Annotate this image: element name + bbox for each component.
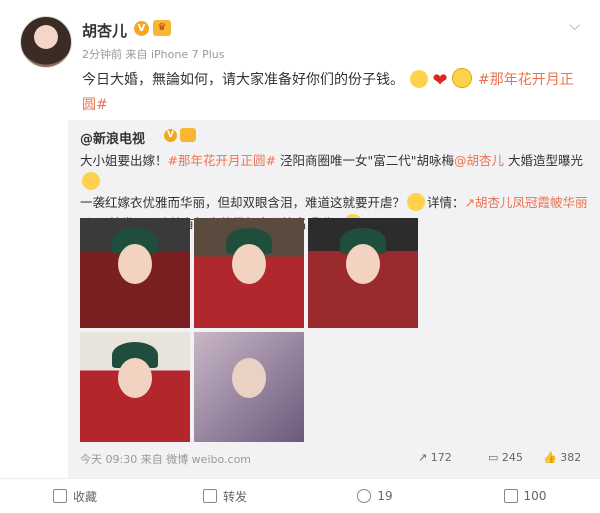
photo-thumbnail[interactable] — [80, 332, 190, 442]
like-count-label: 100 — [523, 489, 547, 503]
repost-text-part: 大小姐要出嫁！ — [80, 153, 168, 168]
comment-count-label: 19 — [377, 489, 393, 503]
detail-link[interactable]: ↗胡杏儿凤冠霞帔华丽 — [465, 195, 588, 210]
forward-count: 172 — [430, 451, 452, 464]
post-text: 今日大婚，無論如何，请大家准备好你们的份子钱。 ❤ #那年花开月正圆# — [82, 68, 578, 117]
forward-icon — [202, 489, 217, 503]
verified-icon: V — [164, 129, 177, 142]
repost-author[interactable]: @新浪电视 — [80, 128, 145, 147]
favorite-button[interactable]: 收藏 — [0, 479, 150, 513]
comment-icon — [357, 489, 372, 503]
photo-thumbnail[interactable] — [194, 332, 304, 442]
avatar[interactable] — [20, 16, 72, 68]
forward-icon: ↗ — [418, 451, 428, 464]
repost-text-part: 泾阳商圈唯一女"富二代"胡咏梅 — [275, 153, 454, 168]
like-icon — [503, 489, 518, 503]
crown-icon: ♛ — [153, 20, 171, 36]
repost-like-count[interactable]: 👍 382 — [543, 451, 581, 464]
author-name[interactable]: 胡杏儿 — [82, 20, 127, 41]
comment-count: 245 — [501, 451, 523, 464]
like-icon: 👍 — [543, 451, 557, 464]
reposted-card[interactable]: @新浪电视 V 大小姐要出嫁！#那年花开月正圆# 泾阳商圈唯一女"富二代"胡咏梅… — [68, 120, 600, 478]
blush-emoji-icon — [410, 70, 429, 88]
star-icon — [52, 489, 67, 503]
comment-button[interactable]: 19 — [300, 479, 450, 513]
repost-text-part: 一袭红嫁衣优雅而华丽，但却双眼含泪，难道这就要开虐？ — [80, 195, 406, 210]
photo-thumbnail[interactable] — [80, 218, 190, 328]
crown-icon — [180, 128, 196, 142]
repost-text-part: 详情： — [427, 195, 465, 210]
favorite-label: 收藏 — [72, 489, 97, 504]
like-count: 382 — [560, 451, 582, 464]
forward-label: 转发 — [222, 489, 247, 504]
weibo-post: 胡杏儿 V ♛ 2分钟前 来自 iPhone 7 Plus ⌵ 今日大婚，無論如… — [0, 0, 600, 512]
comment-icon: ▭ — [488, 451, 499, 464]
repost-comment-count[interactable]: ▭ 245 — [488, 451, 523, 464]
emoji-icon — [407, 193, 426, 211]
mention-link[interactable]: @胡杏儿 — [454, 153, 504, 168]
heart-emoji-icon: ❤ — [432, 70, 448, 91]
repost-text-part: 大婚造型曝光 — [503, 153, 583, 168]
repost-forward-count[interactable]: ↗ 172 — [418, 451, 452, 464]
photo-thumbnail[interactable] — [308, 218, 418, 328]
verified-icon: V — [134, 21, 149, 36]
repost-timestamp: 今天 09:30 来自 微博 weibo.com — [80, 453, 252, 466]
post-meta: 2分钟前 来自 iPhone 7 Plus — [82, 48, 225, 61]
post-text-body: 今日大婚，無論如何，请大家准备好你们的份子钱。 — [82, 72, 404, 88]
action-bar: 收藏 转发 19 100 — [0, 478, 600, 513]
forward-button[interactable]: 转发 — [150, 479, 300, 513]
chevron-down-icon[interactable]: ⌵ — [569, 18, 580, 34]
hashtag-link[interactable]: #那年花开月正圆# — [168, 153, 276, 168]
money-emoji-icon — [451, 68, 472, 88]
like-button[interactable]: 100 — [450, 479, 600, 513]
emoji-icon — [82, 172, 100, 190]
photo-thumbnail[interactable] — [194, 218, 304, 328]
